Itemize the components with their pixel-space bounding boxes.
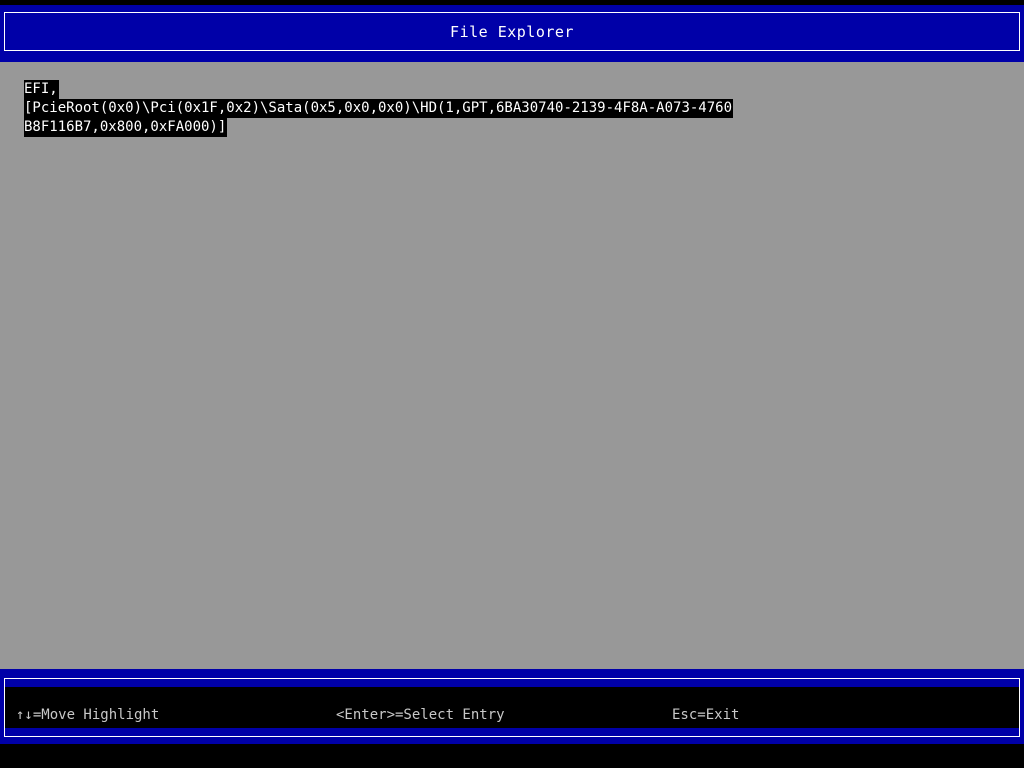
file-list: EFI, [PcieRoot(0x0)\Pci(0x1F,0x2)\Sata(0…: [24, 80, 1000, 137]
entry-line[interactable]: EFI,: [24, 80, 59, 99]
entry-line[interactable]: [PcieRoot(0x0)\Pci(0x1F,0x2)\Sata(0x5,0x…: [24, 99, 734, 118]
exit-hint: Esc=Exit: [672, 707, 740, 723]
footer-frame: ↑↓=Move Highlight <Enter>=Select Entry E…: [4, 678, 1020, 737]
header-frame: File Explorer: [4, 12, 1020, 51]
move-highlight-hint: ↑↓=Move Highlight: [16, 707, 160, 723]
file-entry-efi-device-path[interactable]: EFI, [PcieRoot(0x0)\Pci(0x1F,0x2)\Sata(0…: [24, 80, 1000, 137]
footer-inner-top-strip: [5, 679, 1019, 687]
header-bar: File Explorer: [0, 0, 1024, 62]
bottom-black-strip: [0, 744, 1024, 768]
footer-inner-bottom-strip: [5, 728, 1019, 736]
entry-line[interactable]: B8F116B7,0x800,0xFA000)]: [24, 118, 228, 137]
footer-bar: ↑↓=Move Highlight <Enter>=Select Entry E…: [0, 669, 1024, 744]
page-title: File Explorer: [450, 22, 574, 41]
header-top-strip: [0, 0, 1024, 5]
uefi-file-explorer-screen: File Explorer EFI, [PcieRoot(0x0)\Pci(0x…: [0, 0, 1024, 768]
select-entry-hint: <Enter>=Select Entry: [336, 707, 505, 723]
